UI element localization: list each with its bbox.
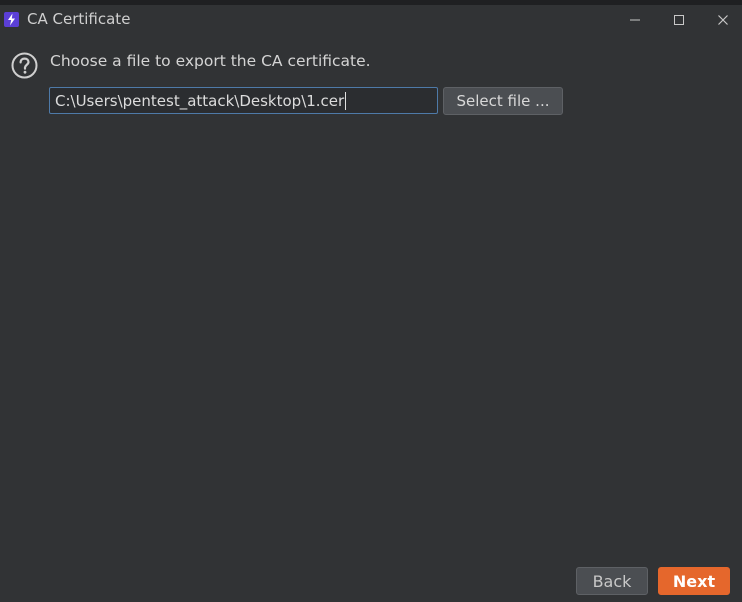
window-title: CA Certificate <box>27 10 131 28</box>
dialog-window: CA Certificate Choose a file to export t… <box>0 0 742 602</box>
maximize-icon[interactable] <box>669 10 689 30</box>
title-bar[interactable]: CA Certificate <box>0 5 742 33</box>
file-path-value: C:\Users\pentest_attack\Desktop\1.cer <box>55 91 345 110</box>
question-icon <box>11 52 38 79</box>
back-button[interactable]: Back <box>576 567 648 595</box>
close-icon[interactable] <box>713 10 733 30</box>
next-button[interactable]: Next <box>658 567 730 595</box>
file-path-input[interactable]: C:\Users\pentest_attack\Desktop\1.cer <box>49 87 438 114</box>
select-file-button[interactable]: Select file ... <box>443 87 563 115</box>
text-caret <box>345 91 347 110</box>
lightning-icon <box>4 12 19 27</box>
minimize-icon[interactable] <box>625 10 645 30</box>
export-prompt: Choose a file to export the CA certifica… <box>50 52 371 70</box>
